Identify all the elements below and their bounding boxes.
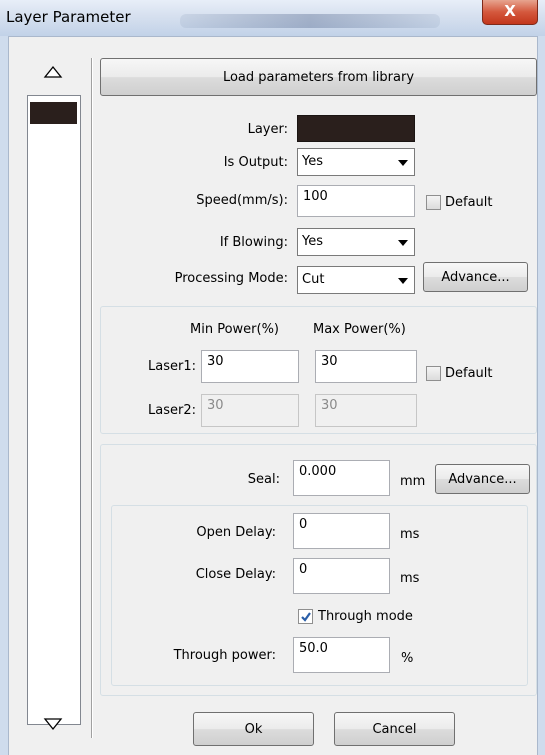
min-power-header: Min Power(%) [190, 322, 280, 337]
layer-color-swatch[interactable] [297, 115, 415, 142]
title-bar[interactable]: Layer Parameter X [0, 0, 545, 37]
triangle-down-icon [43, 718, 63, 731]
processing-mode-label: Processing Mode: [174, 271, 288, 286]
seal-input[interactable]: 0.000 [293, 460, 390, 496]
through-mode-label: Through mode [318, 609, 413, 624]
window-frame-left [0, 36, 9, 755]
max-power-header: Max Power(%) [313, 322, 406, 337]
laser2-min-power-input[interactable]: 30 [201, 394, 299, 427]
through-power-label: Through power: [173, 648, 276, 663]
chevron-down-icon [398, 160, 408, 166]
power-default-checkbox[interactable] [426, 366, 441, 381]
power-default-label: Default [445, 366, 493, 381]
laser1-min-power-input[interactable]: 30 [201, 350, 299, 383]
if-blowing-select[interactable]: Yes [297, 228, 415, 256]
chevron-down-icon [398, 278, 408, 284]
close-button[interactable]: X [482, 0, 538, 25]
window-frame-right [537, 36, 545, 755]
speed-default-label: Default [445, 195, 493, 210]
laser1-max-power-input[interactable]: 30 [315, 350, 417, 383]
cancel-button[interactable]: Cancel [334, 712, 455, 746]
speed-label: Speed(mm/s): [196, 193, 288, 208]
layer-label: Layer: [247, 122, 288, 137]
layer-list[interactable] [27, 95, 81, 725]
open-delay-input[interactable]: 0 [293, 513, 390, 549]
window-title: Layer Parameter [6, 8, 131, 26]
seal-advance-button[interactable]: Advance... [435, 464, 530, 494]
is-output-select[interactable]: Yes [297, 148, 415, 176]
is-output-value: Yes [302, 154, 323, 169]
close-delay-unit: ms [400, 571, 420, 586]
through-power-input[interactable]: 50.0 [293, 637, 390, 673]
checkmark-icon [301, 612, 311, 622]
load-parameters-button[interactable]: Load parameters from library [100, 58, 537, 96]
ok-button[interactable]: Ok [193, 712, 314, 746]
through-power-unit: % [401, 651, 414, 666]
close-delay-input[interactable]: 0 [293, 558, 390, 594]
open-delay-unit: ms [400, 527, 420, 542]
move-layer-down-button[interactable] [38, 712, 68, 736]
laser1-label: Laser1: [148, 359, 196, 374]
processing-advance-button[interactable]: Advance... [423, 262, 528, 292]
layer-color-fill [298, 116, 414, 141]
processing-mode-select[interactable]: Cut [297, 266, 415, 294]
if-blowing-label: If Blowing: [219, 235, 288, 250]
through-mode-checkbox[interactable] [298, 609, 313, 624]
laser2-label: Laser2: [148, 403, 196, 418]
is-output-label: Is Output: [223, 155, 288, 170]
title-bar-blur [180, 14, 440, 28]
speed-input[interactable]: 100 [297, 185, 415, 217]
vertical-separator [91, 58, 93, 738]
processing-mode-value: Cut [302, 272, 325, 287]
open-delay-label: Open Delay: [196, 525, 276, 540]
seal-label: Seal: [247, 472, 280, 487]
if-blowing-value: Yes [302, 234, 323, 249]
layer-parameter-dialog: Layer Parameter X Load parameters from l… [0, 0, 545, 755]
speed-default-checkbox[interactable] [426, 195, 441, 210]
triangle-up-icon [43, 65, 63, 78]
layer-list-item[interactable] [30, 102, 77, 124]
chevron-down-icon [398, 240, 408, 246]
seal-unit: mm [400, 474, 426, 489]
laser2-max-power-input[interactable]: 30 [315, 394, 417, 427]
close-delay-label: Close Delay: [195, 567, 276, 582]
move-layer-up-button[interactable] [38, 60, 68, 84]
